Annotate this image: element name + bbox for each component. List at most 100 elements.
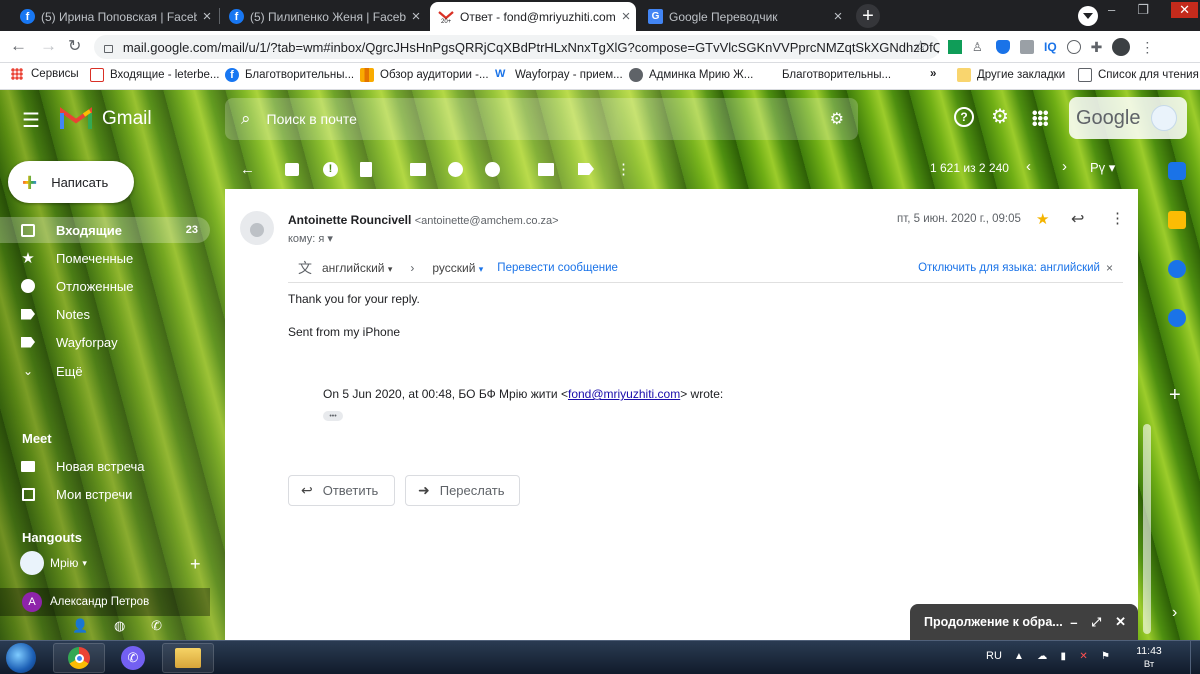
draft-popup[interactable]: Продолжение к обра... – ⤢ ✕ (910, 604, 1138, 640)
help-icon[interactable]: ? (954, 107, 974, 127)
bookmarks-overflow[interactable]: » (930, 68, 936, 80)
search-options-icon[interactable]: ⚙ (830, 109, 844, 129)
profile-avatar[interactable] (1112, 38, 1131, 56)
bookmark-charity[interactable]: Благотворительны... (762, 68, 891, 82)
show-trimmed-content-button[interactable]: ••• (323, 411, 343, 421)
settings-gear-icon[interactable]: ⚙ (991, 104, 1009, 129)
move-to-folder-icon[interactable] (538, 162, 554, 176)
extensions-puzzle-icon[interactable]: ✚ (1091, 39, 1103, 56)
forward-button[interactable]: ➜ Переслать (405, 475, 520, 506)
more-actions-icon[interactable]: ⋮ (616, 160, 631, 178)
account-switcher[interactable]: Google (1069, 97, 1187, 139)
back-to-inbox-icon[interactable]: ← (240, 161, 255, 178)
minimize-icon[interactable]: – (1108, 2, 1115, 18)
browser-tab-3-active[interactable]: 20+ Ответ - fond@mriyuzhiti.com - п × (430, 2, 636, 31)
maximize-icon[interactable]: ❐ (1137, 2, 1149, 18)
nav-item-more[interactable]: ⌄ Ещё (0, 358, 210, 384)
reply-arrow-icon[interactable]: ↩ (1071, 209, 1084, 229)
extension-code-icon[interactable] (1020, 40, 1034, 54)
hangouts-user-status[interactable]: Мрію ▾ (20, 551, 87, 575)
report-spam-icon[interactable]: ! (323, 161, 338, 177)
sender-name[interactable]: Antoinette Rouncivell (288, 213, 411, 227)
network-signal-icon[interactable]: ▮ (1061, 651, 1067, 665)
bookmark-analytics[interactable]: Обзор аудитории -... (360, 68, 489, 82)
show-desktop-button[interactable] (1190, 641, 1200, 674)
search-icon[interactable]: ⌕ (241, 109, 251, 129)
taskbar-explorer[interactable] (162, 643, 214, 673)
target-language-select[interactable]: русский ▾ (432, 261, 483, 275)
nav-item-notes[interactable]: Notes (0, 301, 210, 327)
snooze-clock-icon[interactable] (448, 161, 463, 177)
reply-button[interactable]: ↩ Ответить (288, 475, 395, 506)
address-bar[interactable]: mail.google.com/mail/u/1/?tab=wm#inbox/Q… (94, 35, 940, 59)
translate-message-link[interactable]: Перевести сообщение (497, 262, 618, 274)
contacts-person-icon[interactable]: 👤 (72, 618, 88, 634)
bookmark-charity-facebook[interactable]: f Благотворительны... (225, 68, 354, 82)
input-language[interactable]: RU (986, 650, 1002, 662)
cloud-sync-icon[interactable]: ☁ (1037, 651, 1047, 665)
bookmark-inbox[interactable]: Входящие - leterbe... (90, 68, 220, 82)
tasks-app-icon[interactable] (1168, 260, 1186, 278)
flag-notification-icon[interactable]: ⚑ (1101, 651, 1110, 665)
close-tab-icon[interactable]: × (828, 8, 848, 25)
browser-tab-1[interactable]: f (5) Ирина Поповская | Facebook × (12, 2, 217, 31)
scrollbar-thumb[interactable] (1143, 424, 1151, 634)
mark-unread-icon[interactable] (410, 162, 426, 176)
disable-translation-link[interactable]: Отключить для языка: английский (918, 262, 1100, 274)
taskbar-viber[interactable]: ✆ (107, 643, 159, 673)
nav-item-wayforpay[interactable]: Wayforpay (0, 329, 210, 355)
sender-avatar[interactable] (240, 211, 274, 245)
close-tab-icon[interactable]: × (197, 8, 217, 25)
close-translate-icon[interactable]: × (1106, 261, 1113, 275)
conversations-icon[interactable]: ◍ (114, 618, 125, 634)
search-mail-input[interactable]: ⌕ Поиск в почте ⚙ (225, 98, 858, 140)
bookmark-star-icon[interactable]: ☆ (914, 37, 927, 55)
phone-icon[interactable]: ✆ (151, 618, 162, 634)
tab-search-icon[interactable] (1078, 6, 1098, 26)
close-window-icon[interactable]: ✕ (1171, 2, 1198, 18)
label-icon[interactable] (578, 163, 594, 175)
recipients-toggle[interactable]: кому: я ▾ (288, 232, 333, 245)
volume-muted-icon[interactable]: ✕ (1079, 651, 1087, 665)
close-icon[interactable]: ✕ (1115, 614, 1126, 630)
bookmark-admin[interactable]: Админка Мрию Ж... (629, 68, 753, 82)
extension-person-icon[interactable]: ♙ (972, 40, 986, 54)
extension-globe-icon[interactable] (1066, 40, 1081, 54)
delete-trash-icon[interactable] (360, 161, 372, 177)
gmail-logo[interactable]: Gmail (60, 107, 152, 131)
newer-chevron-icon[interactable]: ‹ (1026, 158, 1031, 175)
extension-iq-icon[interactable]: IQ (1044, 40, 1057, 54)
meet-my-meetings[interactable]: Мои встречи (0, 481, 210, 507)
contacts-app-icon[interactable] (1168, 309, 1186, 327)
google-apps-icon[interactable] (1032, 110, 1048, 126)
side-panel-chevron-icon[interactable]: › (1172, 604, 1177, 622)
meet-new-meeting[interactable]: Новая встреча (0, 453, 210, 479)
keep-app-icon[interactable] (1168, 211, 1186, 229)
archive-icon[interactable] (285, 162, 299, 176)
close-tab-icon[interactable]: × (616, 8, 636, 25)
other-bookmarks[interactable]: Другие закладки (957, 68, 1065, 82)
close-tab-icon[interactable]: × (406, 8, 426, 25)
starred-star-icon[interactable]: ★ (1036, 210, 1049, 228)
more-menu-icon[interactable]: ⋮ (1140, 39, 1154, 56)
minimize-icon[interactable]: – (1070, 615, 1077, 630)
get-addons-plus-icon[interactable]: + (1169, 384, 1181, 407)
nav-item-snoozed[interactable]: Отложенные (0, 273, 210, 299)
nav-item-starred[interactable]: ★ Помеченные (0, 245, 210, 271)
extension-green-icon[interactable] (948, 40, 962, 54)
new-conversation-plus-icon[interactable]: + (190, 554, 201, 575)
scrollbar-track[interactable] (1141, 189, 1153, 640)
calendar-app-icon[interactable] (1168, 162, 1186, 180)
quoted-email-link[interactable]: fond@mriyuzhiti.com (568, 387, 680, 401)
new-tab-button[interactable]: + (856, 4, 880, 28)
reload-icon[interactable]: ↻ (68, 36, 81, 56)
back-arrow-icon[interactable]: ← (10, 36, 27, 56)
add-to-tasks-icon[interactable] (485, 161, 500, 177)
browser-tab-4[interactable]: G Google Переводчик × (640, 2, 848, 31)
main-menu-icon[interactable]: ☰ (22, 108, 40, 133)
nav-item-inbox[interactable]: Входящие 23 (0, 217, 210, 243)
extension-shield-icon[interactable] (996, 40, 1010, 54)
source-language-select[interactable]: английский ▾ (322, 261, 392, 275)
expand-icon[interactable]: ⤢ (1091, 615, 1101, 630)
show-hidden-icons-icon[interactable]: ▲ (1014, 651, 1024, 665)
